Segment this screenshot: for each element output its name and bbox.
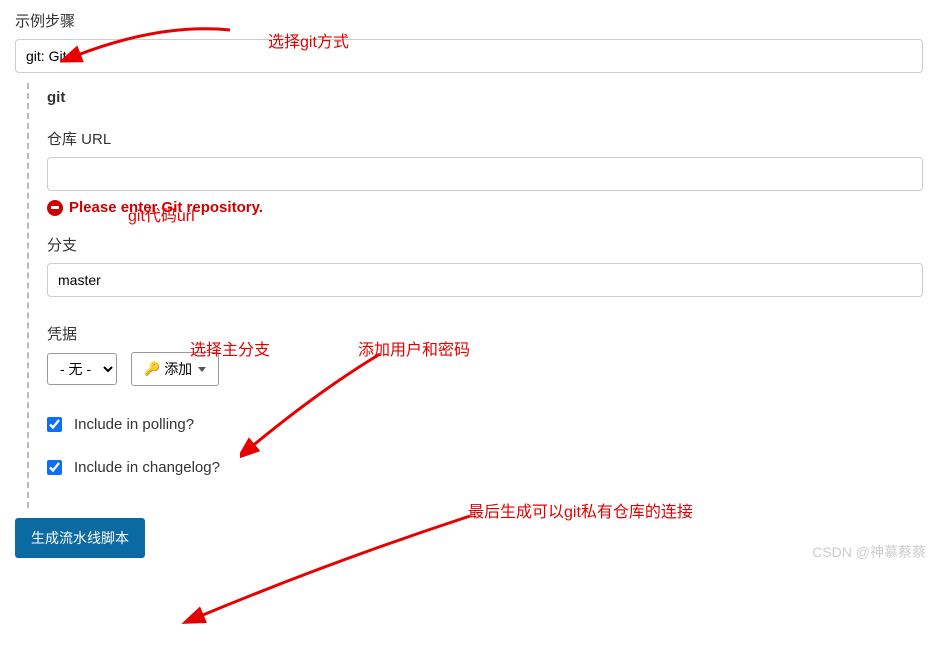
step-select-input[interactable] — [15, 39, 923, 73]
include-polling-checkbox[interactable] — [47, 417, 62, 432]
git-config-area: git 仓库 URL Please enter Git repository. … — [27, 83, 923, 508]
key-icon: 🔑 — [144, 361, 160, 377]
arrow-to-generate — [180, 512, 480, 627]
include-changelog-checkbox[interactable] — [47, 460, 62, 475]
creds-select[interactable]: - 无 - — [47, 353, 117, 385]
watermark: CSDN @神慕蔡蔡 — [812, 542, 926, 562]
add-creds-button[interactable]: 🔑 添加 — [131, 352, 219, 386]
repo-url-label: 仓库 URL — [47, 128, 923, 149]
generate-pipeline-button[interactable]: 生成流水线脚本 — [15, 518, 145, 558]
include-changelog-label: Include in changelog? — [74, 459, 220, 476]
error-text: Please enter Git repository. — [69, 199, 263, 216]
chevron-down-icon — [198, 367, 206, 372]
creds-label: 凭据 — [47, 323, 923, 344]
git-subtitle: git — [47, 89, 923, 106]
error-icon — [47, 200, 63, 216]
error-row: Please enter Git repository. — [47, 199, 923, 216]
include-polling-label: Include in polling? — [74, 416, 194, 433]
branch-label: 分支 — [47, 234, 923, 255]
repo-url-input[interactable] — [47, 157, 923, 191]
add-button-label: 添加 — [164, 359, 192, 379]
branch-input[interactable] — [47, 263, 923, 297]
example-steps-label: 示例步骤 — [15, 10, 923, 31]
